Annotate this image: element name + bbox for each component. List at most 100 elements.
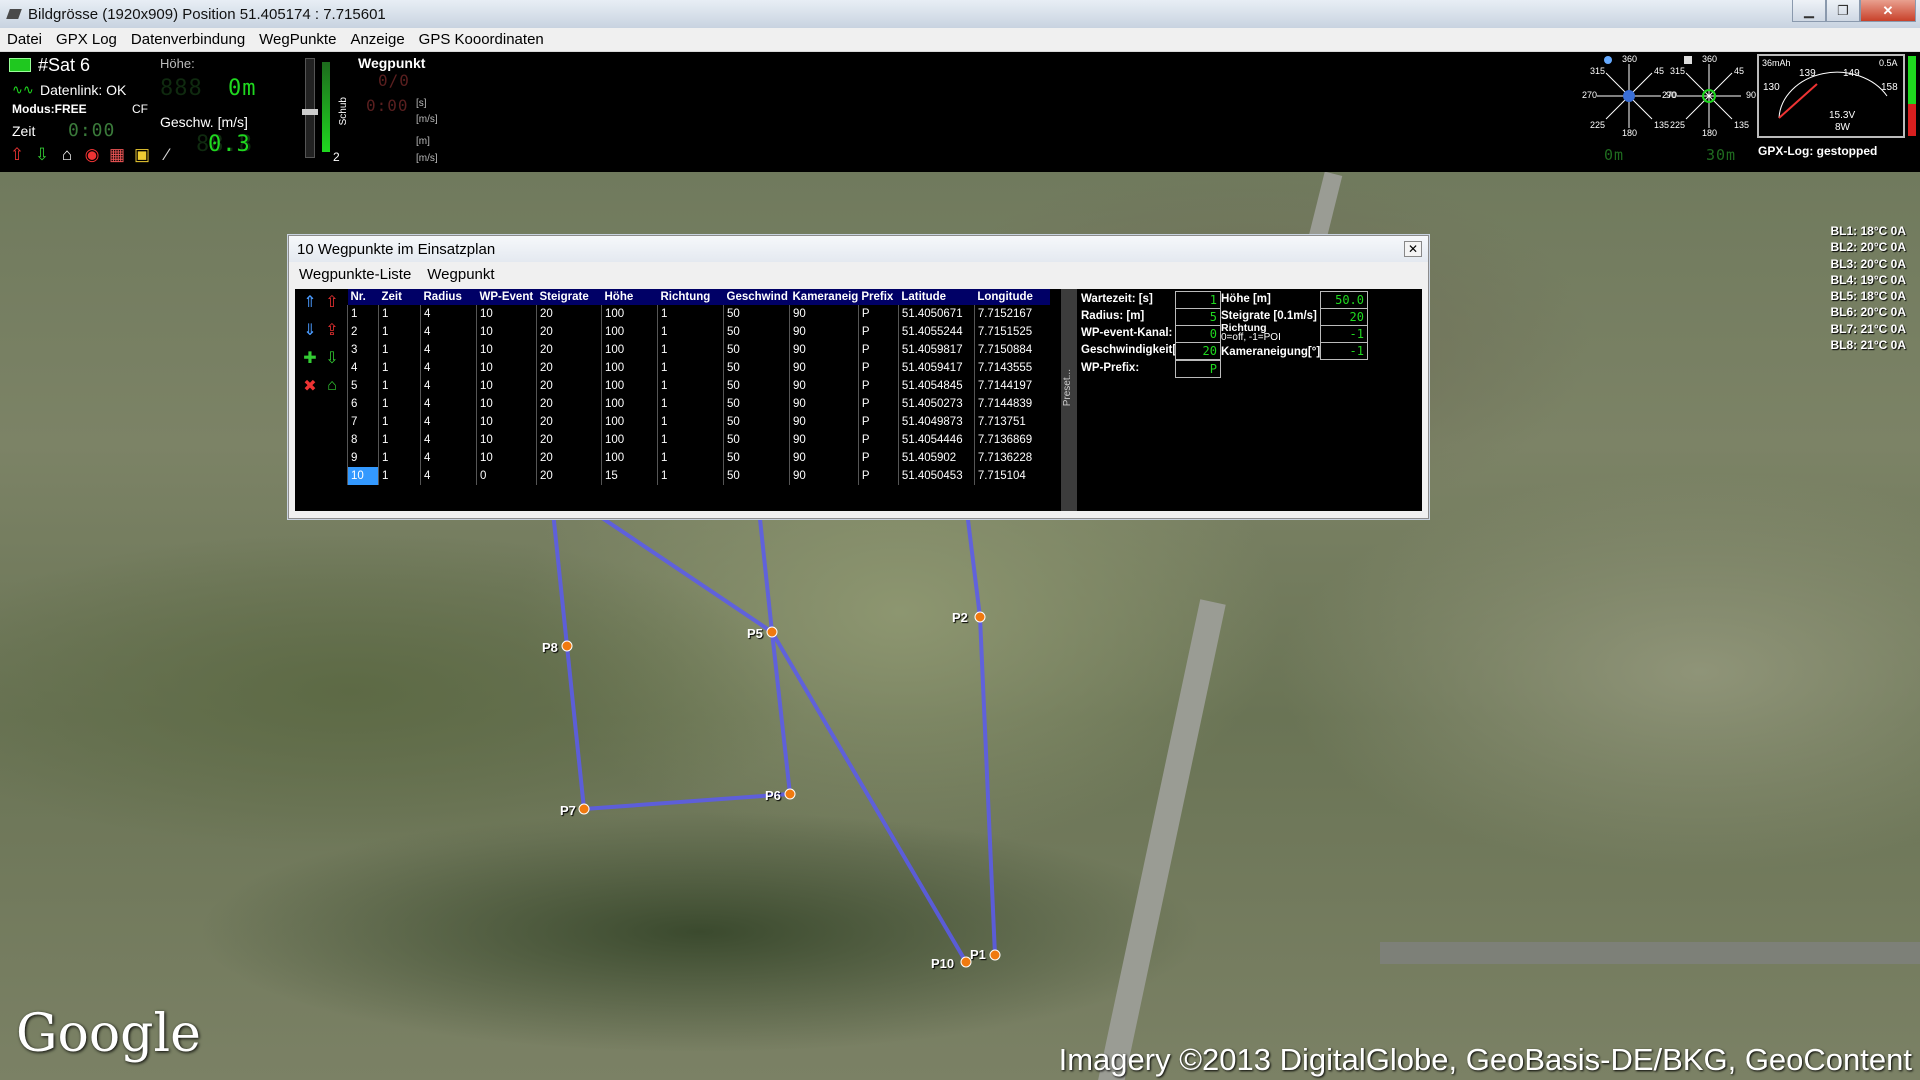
upload-icon[interactable]: ⇧ bbox=[6, 144, 28, 166]
table-cell[interactable]: 1 bbox=[657, 467, 724, 485]
table-cell[interactable]: P bbox=[857, 377, 899, 395]
waypoint-label-p6[interactable]: P6 bbox=[765, 788, 781, 803]
table-cell[interactable]: P bbox=[857, 395, 899, 413]
table-cell[interactable]: 1 bbox=[378, 323, 421, 341]
menu-gpx-log[interactable]: GPX Log bbox=[49, 31, 124, 48]
table-cell[interactable]: 1 bbox=[378, 377, 421, 395]
table-cell[interactable]: 4 bbox=[420, 305, 477, 323]
table-cell[interactable]: 1 bbox=[378, 431, 421, 449]
table-cell[interactable]: 100 bbox=[601, 449, 658, 467]
waypoint-label-p8[interactable]: P8 bbox=[542, 640, 558, 655]
table-row[interactable]: 4 1 4 10 20 100 1 50 90 P 51.4059417 7.7143555 bbox=[347, 359, 1051, 377]
table-cell[interactable]: 50 bbox=[723, 305, 790, 323]
waypoint-label-p10[interactable]: P10 bbox=[931, 956, 954, 971]
waypoint-label-p2[interactable]: P2 bbox=[952, 610, 968, 625]
table-cell[interactable]: 20 bbox=[536, 449, 602, 467]
table-cell[interactable]: 51.4050453 bbox=[897, 467, 975, 485]
table-cell[interactable]: 50 bbox=[723, 467, 790, 485]
table-cell[interactable]: 51.4050273 bbox=[897, 395, 975, 413]
table-cell[interactable]: P bbox=[857, 305, 899, 323]
table-cell[interactable]: P bbox=[857, 323, 899, 341]
table-cell[interactable]: 50 bbox=[723, 377, 790, 395]
table-cell[interactable]: 4 bbox=[420, 377, 477, 395]
table-row[interactable]: 7 1 4 10 20 100 1 50 90 P 51.4049873 7.713751 bbox=[347, 413, 1051, 431]
wp-event-field[interactable]: 0 bbox=[1175, 325, 1221, 343]
table-cell[interactable]: 20 bbox=[536, 323, 602, 341]
table-cell[interactable]: P bbox=[857, 413, 899, 431]
column-header[interactable]: Zeit bbox=[378, 289, 421, 305]
table-cell[interactable]: P bbox=[857, 467, 899, 485]
move-up-icon[interactable]: ⇑ bbox=[299, 291, 321, 313]
table-cell[interactable]: 1 bbox=[657, 431, 724, 449]
table-cell[interactable]: 4 bbox=[420, 359, 477, 377]
table-cell[interactable]: 90 bbox=[789, 341, 859, 359]
table-cell[interactable]: 4 bbox=[420, 413, 477, 431]
table-cell[interactable]: 4 bbox=[420, 395, 477, 413]
table-cell[interactable]: 7.7136869 bbox=[973, 431, 1051, 449]
table-cell[interactable]: 51.4055244 bbox=[897, 323, 975, 341]
table-cell[interactable]: 7.7152167 bbox=[973, 305, 1051, 323]
delete-waypoint-icon[interactable]: ✖ bbox=[299, 375, 321, 397]
table-row[interactable]: 5 1 4 10 20 100 1 50 90 P 51.4054845 7.7144197 bbox=[347, 377, 1051, 395]
table-cell[interactable]: 50 bbox=[723, 395, 790, 413]
table-cell[interactable]: 1 bbox=[378, 449, 421, 467]
table-cell[interactable]: 1 bbox=[657, 449, 724, 467]
home-icon[interactable]: ⌂ bbox=[56, 144, 78, 166]
table-cell[interactable]: 100 bbox=[601, 341, 658, 359]
table-cell[interactable]: 8 bbox=[347, 431, 379, 449]
table-cell[interactable]: 20 bbox=[536, 377, 602, 395]
table-row[interactable]: 3 1 4 10 20 100 1 50 90 P 51.4059817 7.7150884 bbox=[347, 341, 1051, 359]
table-cell[interactable]: 90 bbox=[789, 323, 859, 341]
table-cell[interactable]: 100 bbox=[601, 377, 658, 395]
table-cell[interactable]: 100 bbox=[601, 431, 658, 449]
preset-strip[interactable]: Preset... bbox=[1061, 289, 1077, 511]
table-cell[interactable]: 15 bbox=[601, 467, 658, 485]
menu-wegpunkte[interactable]: WegPunkte bbox=[252, 31, 343, 48]
table-cell[interactable]: 51.405902 bbox=[897, 449, 975, 467]
menu-datenverbindung[interactable]: Datenverbindung bbox=[124, 31, 252, 48]
table-cell[interactable]: 4 bbox=[420, 449, 477, 467]
table-cell[interactable]: 50 bbox=[723, 323, 790, 341]
table-cell[interactable]: P bbox=[857, 341, 899, 359]
schub-slider[interactable] bbox=[302, 58, 318, 158]
table-cell[interactable]: 4 bbox=[420, 467, 477, 485]
table-cell[interactable]: 20 bbox=[536, 467, 602, 485]
table-cell[interactable]: 1 bbox=[657, 359, 724, 377]
upload-single-icon[interactable]: ⇪ bbox=[321, 319, 343, 341]
menu-datei[interactable]: Datei bbox=[0, 31, 49, 48]
table-cell[interactable]: 7.7150884 bbox=[973, 341, 1051, 359]
column-header[interactable]: Nr. bbox=[347, 289, 379, 305]
table-cell[interactable]: 90 bbox=[789, 413, 859, 431]
column-header[interactable]: Radius bbox=[420, 289, 477, 305]
table-cell[interactable]: 7.7143555 bbox=[973, 359, 1051, 377]
table-cell[interactable]: 10 bbox=[476, 377, 537, 395]
table-cell[interactable]: 7.7136228 bbox=[973, 449, 1051, 467]
table-cell[interactable]: 90 bbox=[789, 449, 859, 467]
hoehe-field[interactable]: 50.0 bbox=[1320, 291, 1368, 309]
table-cell[interactable]: 100 bbox=[601, 323, 658, 341]
table-cell[interactable]: 100 bbox=[601, 413, 658, 431]
table-cell[interactable]: 1 bbox=[378, 341, 421, 359]
table-cell[interactable]: 1 bbox=[657, 395, 724, 413]
table-cell[interactable]: 50 bbox=[723, 431, 790, 449]
table-cell[interactable]: 7.713751 bbox=[973, 413, 1051, 431]
table-cell[interactable]: 90 bbox=[789, 377, 859, 395]
grid-icon[interactable]: ▦ bbox=[106, 144, 128, 166]
column-header[interactable]: Prefix bbox=[858, 289, 899, 305]
table-cell[interactable]: 10 bbox=[476, 323, 537, 341]
table-cell[interactable]: 2 bbox=[347, 323, 379, 341]
table-cell[interactable]: 100 bbox=[601, 305, 658, 323]
table-cell[interactable]: 1 bbox=[378, 395, 421, 413]
table-cell[interactable]: 51.4049873 bbox=[897, 413, 975, 431]
table-cell[interactable]: 90 bbox=[789, 395, 859, 413]
table-cell[interactable]: 90 bbox=[789, 359, 859, 377]
table-cell[interactable]: 10 bbox=[476, 449, 537, 467]
table-cell[interactable]: 20 bbox=[536, 413, 602, 431]
table-cell[interactable]: 50 bbox=[723, 341, 790, 359]
table-cell[interactable]: 9 bbox=[347, 449, 379, 467]
table-cell[interactable]: 100 bbox=[601, 359, 658, 377]
table-cell[interactable]: 51.4054446 bbox=[897, 431, 975, 449]
table-row[interactable]: 2 1 4 10 20 100 1 50 90 P 51.4055244 7.7151525 bbox=[347, 323, 1051, 341]
table-cell[interactable]: 10 bbox=[476, 413, 537, 431]
table-cell[interactable]: P bbox=[857, 431, 899, 449]
